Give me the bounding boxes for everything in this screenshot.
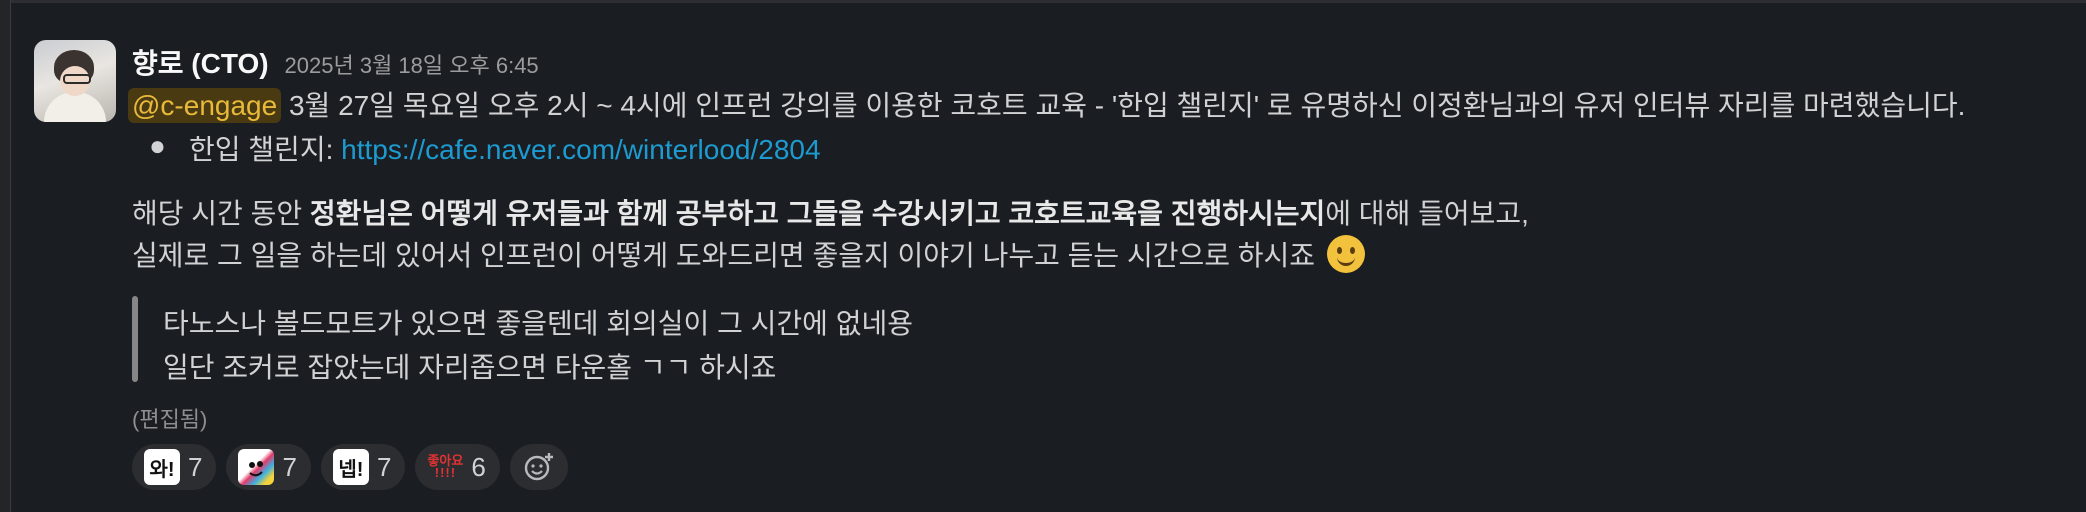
reaction-count: 6	[471, 451, 486, 482]
blockquote-bar	[132, 296, 138, 382]
like-text-emoji-icon: 좋아요!!!!	[427, 453, 464, 480]
edited-label: (편집됨)	[132, 407, 208, 432]
para1-post: 에 대해 들어보고,	[1325, 198, 1529, 229]
paragraph-2: 실제로 그 일을 하는데 있어서 인프런이 어떻게 도와드리면 좋을지 이야기 …	[132, 234, 1365, 274]
bullet-icon: ●	[149, 130, 166, 161]
add-reaction-button[interactable]	[509, 444, 568, 490]
reaction-count: 7	[188, 451, 203, 482]
message-text-1: 3월 27일 목요일 오후 2시 ~ 4시에 인프런 강의를 이용한 코호트 교…	[281, 90, 1966, 121]
message-header: 향로 (CTO) 2025년 3월 18일 오후 6:45	[132, 42, 539, 80]
bullet-label: 한입 챌린지:	[189, 134, 342, 165]
cafe-link[interactable]: https://cafe.naver.com/winterlood/2804	[341, 134, 820, 165]
reaction-yes[interactable]: 넵! 7	[320, 444, 406, 490]
paragraph-1: 해당 시간 동안 정환님은 어떻게 유저들과 함께 공부하고 그들을 수강시키고…	[132, 192, 1529, 232]
quote-line-1: 타노스나 볼드모트가 있으면 좋을텐데 회의실이 그 시간에 없네용	[163, 308, 913, 339]
reaction-count: 7	[282, 451, 297, 482]
author-name[interactable]: 향로 (CTO)	[132, 42, 269, 82]
message-line-1: @c-engage 3월 27일 목요일 오후 2시 ~ 4시에 인프런 강의를…	[128, 84, 1966, 124]
slightly-smiling-face-icon	[1326, 235, 1365, 273]
reaction-wow[interactable]: 와! 7	[132, 444, 217, 490]
yes-text-emoji-icon: 넵!	[332, 449, 369, 485]
add-emoji-icon	[524, 453, 553, 481]
wow-text-emoji-icon: 와!	[144, 449, 180, 485]
para1-pre: 해당 시간 동안	[132, 198, 310, 229]
avatar[interactable]	[34, 40, 116, 122]
bullet-line: 한입 챌린지: https://cafe.naver.com/winterloo…	[189, 128, 821, 168]
para2-text: 실제로 그 일을 하는데 있어서 인프런이 어떻게 도와드리면 좋을지 이야기 …	[132, 240, 1323, 271]
reaction-count: 7	[376, 451, 392, 482]
party-face-icon	[238, 449, 275, 485]
quote-line-2: 일단 조커로 잡았는데 자리좁으면 타운홀 ㄱㄱ 하시죠	[163, 352, 777, 383]
timestamp[interactable]: 2025년 3월 18일 오후 6:45	[285, 48, 539, 80]
reaction-like[interactable]: 좋아요!!!! 6	[415, 444, 500, 490]
mention-tag[interactable]: @c-engage	[128, 88, 282, 123]
para1-bold: 정환님은 어떻게 유저들과 함께 공부하고 그들을 수강시키고 코호트교육을 진…	[309, 198, 1326, 229]
reaction-bar: 와! 7 7 넵! 7 좋아요!!!! 6	[132, 444, 568, 490]
reaction-party[interactable]: 7	[226, 444, 311, 490]
